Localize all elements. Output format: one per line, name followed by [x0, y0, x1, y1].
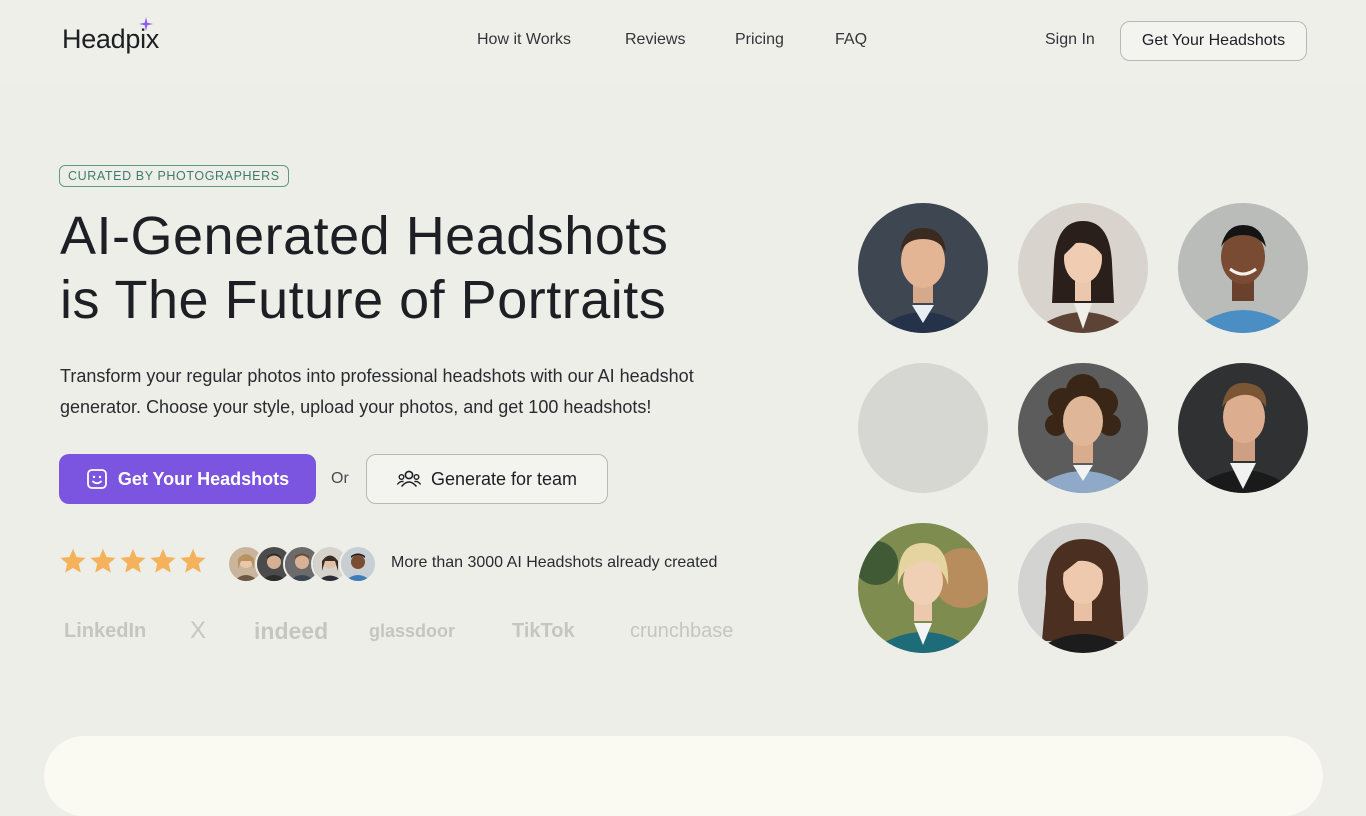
headline-line-1: AI-Generated Headshots — [60, 206, 669, 266]
portrait-image — [1178, 363, 1308, 493]
portrait-image — [858, 203, 988, 333]
site-header: Headpix How it Works Reviews Pricing FAQ… — [0, 0, 1366, 82]
nav-reviews[interactable]: Reviews — [625, 31, 685, 49]
indeed-logo: indeed — [254, 618, 329, 644]
star-icon — [150, 548, 176, 573]
social-proof-text: More than 3000 AI Headshots already crea… — [391, 554, 718, 571]
portrait-image — [1018, 363, 1148, 493]
generate-for-team-button[interactable]: Generate for team — [366, 454, 608, 504]
tiktok-logo: TikTok — [512, 620, 575, 642]
generate-for-team-label: Generate for team — [430, 468, 578, 489]
curated-badge: CURATED BY PHOTOGRAPHERS — [59, 165, 289, 187]
sign-in-link[interactable]: Sign In — [1045, 31, 1095, 49]
sparkle-icon — [139, 17, 153, 31]
glassdoor-logo: glassdoor — [369, 621, 456, 641]
team-icon — [397, 470, 421, 487]
star-icon — [120, 548, 146, 573]
headline-line-2: is The Future of Portraits — [60, 270, 667, 330]
x-logo: X — [190, 617, 207, 644]
header-get-headshots-button[interactable]: Get Your Headshots — [1120, 21, 1307, 61]
portrait-placeholder — [858, 363, 988, 493]
rating-stars — [59, 546, 207, 576]
get-headshots-label: Get Your Headshots — [117, 468, 290, 489]
nav-faq[interactable]: FAQ — [835, 31, 867, 49]
bottom-card — [44, 736, 1323, 816]
star-icon — [180, 548, 206, 573]
nav-pricing[interactable]: Pricing — [735, 31, 784, 49]
nav-how-it-works[interactable]: How it Works — [477, 31, 571, 49]
portrait-image — [1018, 203, 1148, 333]
hero-subtext: Transform your regular photos into profe… — [60, 366, 694, 417]
or-separator: Or — [331, 470, 349, 487]
star-icon — [60, 548, 86, 573]
crunchbase-logo: crunchbase — [630, 620, 734, 642]
linkedin-logo: LinkedIn — [64, 620, 147, 642]
portrait-image — [858, 523, 988, 653]
page-title: AI-Generated Headshots is The Future of … — [60, 204, 780, 332]
smile-icon — [86, 469, 107, 489]
star-icon — [90, 548, 116, 573]
portrait-image — [1018, 523, 1148, 653]
portrait-image — [1178, 203, 1308, 333]
avatar — [339, 545, 377, 583]
get-headshots-button[interactable]: Get Your Headshots — [59, 454, 316, 504]
